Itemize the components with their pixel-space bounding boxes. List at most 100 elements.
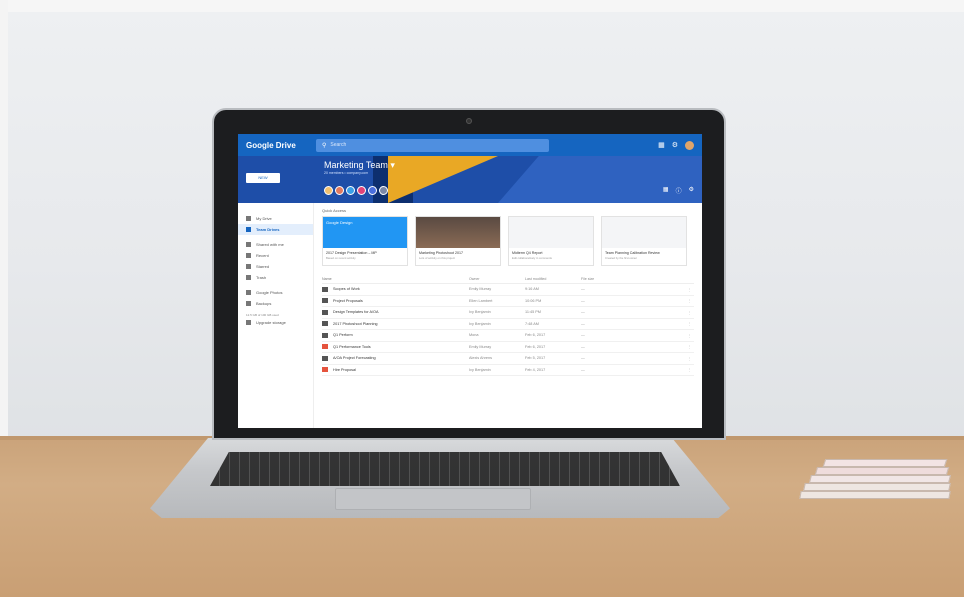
shared-folder-icon	[322, 355, 328, 361]
people-icon	[246, 242, 251, 247]
gear-icon[interactable]: ⚙	[672, 141, 678, 150]
file-size: —	[581, 287, 585, 292]
file-owner: Mona	[469, 333, 479, 338]
file-name: Q1 Performance Tools	[333, 344, 371, 349]
search-icon: ⚲	[322, 142, 327, 149]
column-owner[interactable]: Owner	[469, 277, 525, 281]
folder-icon	[322, 286, 328, 292]
file-row[interactable]: Scopes of Work Emily Murray 9:16 AM — ⋮	[322, 284, 694, 296]
file-name: Q1 Perform	[333, 333, 353, 338]
file-row[interactable]: Design Templates for A/OA Ivy Benjamin 11:…	[322, 307, 694, 319]
file-row[interactable]: Project Proposals Ellen Lambert 10:06 PM — ⋮	[322, 296, 694, 307]
search-box[interactable]: ⚲ Search	[316, 138, 549, 152]
sidebar: My Drive Team Drives Shared with me Rece…	[238, 203, 314, 428]
file-modified: 7:48 AM	[525, 321, 539, 326]
shared-folder-icon	[322, 332, 328, 338]
quick-access-card[interactable]: Midterm Q4 Report Edit collaboratively i…	[508, 216, 594, 266]
sidebar-label: Backups	[256, 301, 272, 306]
sidebar-item-shared[interactable]: Shared with me	[238, 239, 313, 250]
file-owner: Emily Murray	[469, 287, 492, 292]
file-modified: 9:16 AM	[525, 287, 539, 292]
card-thumbnail	[602, 217, 686, 248]
sidebar-item-trash[interactable]: Trash	[238, 272, 313, 283]
sidebar-label: Trash	[256, 275, 267, 280]
team-subtitle: 20 members • company.com	[324, 171, 369, 175]
file-modified: Feb 5, 2017	[525, 356, 546, 361]
storage-icon	[246, 320, 251, 325]
trash-icon	[246, 275, 251, 280]
slides-icon	[322, 344, 328, 350]
notebook-stack	[790, 455, 964, 515]
file-row[interactable]: Q1 Perform Mona Feb 6, 2017 — ⋮	[322, 330, 694, 342]
webcam	[466, 118, 472, 124]
file-row[interactable]: A/OA Project Forecasting Alexis Ahrens Feb…	[322, 353, 694, 365]
slides-icon	[322, 367, 328, 373]
sidebar-item-recent[interactable]: Recent	[238, 250, 313, 261]
more-icon[interactable]: ⋮	[681, 333, 691, 338]
drive-icon	[246, 216, 251, 221]
sidebar-item-starred[interactable]: Starred	[238, 261, 313, 272]
apps-grid-icon[interactable]: ▦	[658, 141, 665, 150]
more-icon[interactable]: ⋮	[681, 321, 691, 326]
settings-icon[interactable]: ⚙	[689, 186, 694, 195]
file-modified: Feb 6, 2017	[525, 344, 546, 349]
laptop-screen: Google Drive ⚲ Search ▦ ⚙ Marketing Team…	[238, 134, 702, 428]
file-size: —	[581, 298, 585, 303]
quick-access-card[interactable]: Marketing Photoshoot 2017 Lots of activi…	[415, 216, 501, 266]
column-modified[interactable]: Last modified	[525, 277, 581, 281]
file-row[interactable]: Q1 Performance Tools Emily Murray Feb 6, 2…	[322, 342, 694, 353]
file-owner: Ivy Benjamin	[469, 367, 491, 372]
file-name: Hire Proposal	[333, 367, 357, 372]
file-name: 2017 Photoshoot Planning	[333, 321, 378, 326]
shared-folder-icon	[322, 298, 328, 304]
file-table-header: Name Owner Last modified File size	[322, 274, 694, 284]
new-button[interactable]: NEW	[246, 173, 280, 183]
column-size[interactable]: File size	[581, 277, 681, 281]
file-size: —	[581, 310, 585, 315]
more-icon[interactable]: ⋮	[681, 367, 691, 372]
user-avatar[interactable]	[685, 140, 694, 150]
quick-access-cards: Google Design 2017 Design Presentation –…	[322, 216, 694, 266]
sidebar-item-backups[interactable]: Backups	[238, 298, 313, 309]
sidebar-label: Shared with me	[256, 242, 284, 247]
quick-access-card[interactable]: Team Planning Calibration Review Created…	[601, 216, 687, 266]
cloud-icon	[246, 301, 251, 306]
grid-view-icon[interactable]: ▦	[663, 186, 669, 195]
sidebar-label: Recent	[256, 253, 269, 258]
sidebar-item-photos[interactable]: Google Photos	[238, 287, 313, 298]
file-size: —	[581, 333, 585, 338]
sidebar-item-team-drives[interactable]: Team Drives	[238, 224, 313, 235]
upgrade-storage-link[interactable]: Upgrade storage	[238, 317, 313, 328]
team-name[interactable]: Marketing Team ▾	[324, 160, 395, 171]
more-icon[interactable]: ⋮	[681, 356, 691, 361]
drive-topbar: Google Drive ⚲ Search ▦ ⚙	[238, 134, 702, 156]
card-thumbnail: Google Design	[323, 217, 407, 248]
card-title: Midterm Q4 Report	[512, 251, 543, 255]
card-title: Team Planning Calibration Review	[605, 251, 660, 255]
shared-folder-icon	[322, 321, 328, 327]
sidebar-label: Starred	[256, 264, 270, 269]
info-icon[interactable]: ⓘ	[676, 186, 682, 195]
card-thumbnail	[509, 217, 593, 248]
file-owner: Alexis Ahrens	[469, 356, 493, 361]
laptop-lid: Google Drive ⚲ Search ▦ ⚙ Marketing Team…	[212, 108, 726, 440]
sidebar-item-my-drive[interactable]: My Drive	[238, 213, 313, 224]
more-icon[interactable]: ⋮	[681, 298, 691, 303]
more-icon[interactable]: ⋮	[681, 344, 691, 349]
team-banner: Marketing Team ▾ 20 members • company.co…	[238, 156, 702, 203]
more-icon[interactable]: ⋮	[681, 310, 691, 315]
clock-icon	[246, 253, 251, 258]
file-modified: Feb 4, 2017	[525, 367, 546, 372]
drive-logo[interactable]: Google Drive	[238, 141, 316, 150]
quick-access-card[interactable]: Google Design 2017 Design Presentation –…	[322, 216, 408, 266]
sidebar-label: Google Photos	[256, 290, 283, 295]
column-name[interactable]: Name	[322, 277, 469, 281]
card-title: 2017 Design Presentation – MP	[326, 251, 377, 255]
member-avatars[interactable]	[324, 186, 388, 195]
file-row[interactable]: Hire Proposal Ivy Benjamin Feb 4, 2017 — ⋮	[322, 365, 694, 376]
file-size: —	[581, 367, 585, 372]
photos-icon	[246, 290, 251, 295]
quick-access-label: Quick Access	[322, 208, 347, 213]
more-icon[interactable]: ⋮	[681, 287, 691, 292]
file-row[interactable]: 2017 Photoshoot Planning Ivy Benjamin 7:48…	[322, 319, 694, 330]
